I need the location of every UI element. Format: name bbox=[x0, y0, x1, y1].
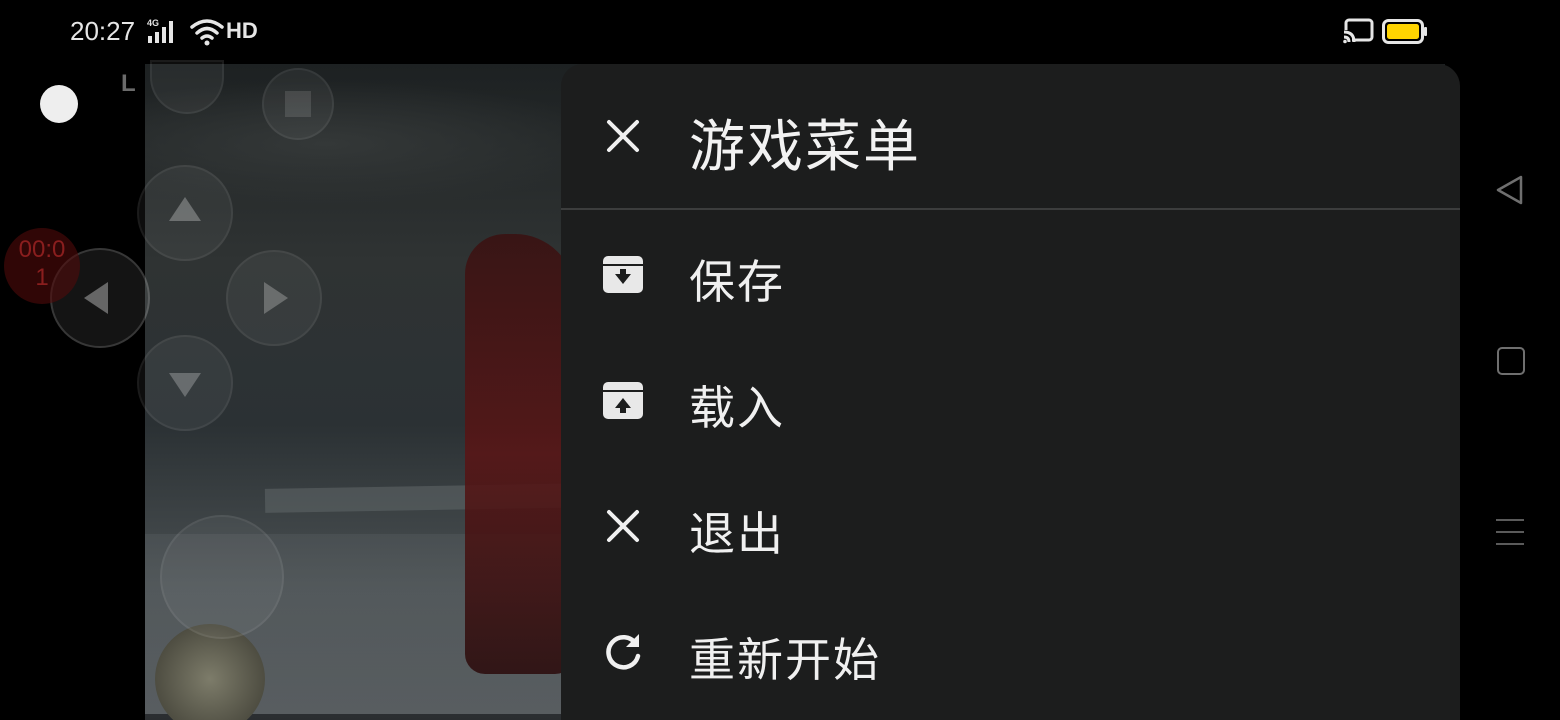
back-icon[interactable] bbox=[1495, 174, 1525, 210]
menu-item-label: 载入 bbox=[689, 381, 785, 435]
wifi-icon bbox=[190, 18, 224, 50]
analog-stick[interactable] bbox=[160, 515, 284, 639]
menu-item-save[interactable]: 保存 bbox=[561, 212, 1460, 336]
menu-item-load[interactable]: 载入 bbox=[561, 338, 1460, 462]
timer-text: 00:0 1 bbox=[18, 236, 66, 291]
home-icon[interactable] bbox=[1497, 347, 1525, 375]
close-icon[interactable] bbox=[601, 114, 645, 158]
network-type-label: 4G bbox=[147, 18, 159, 28]
save-archive-icon bbox=[601, 252, 645, 296]
load-archive-icon bbox=[601, 378, 645, 422]
menu-title: 游戏菜单 bbox=[689, 115, 921, 180]
restart-icon bbox=[601, 630, 645, 674]
stop-icon bbox=[285, 91, 311, 117]
timer-badge: 00:0 1 bbox=[4, 228, 80, 304]
dpad-up-button[interactable] bbox=[137, 165, 233, 261]
up-arrow-icon bbox=[169, 197, 201, 221]
menu-item-exit[interactable]: 退出 bbox=[561, 464, 1460, 588]
menu-header: 游戏菜单 bbox=[561, 64, 1460, 210]
cast-icon bbox=[1342, 18, 1374, 48]
status-bar: 20:27 4G HD bbox=[0, 0, 1560, 64]
menu-item-label: 退出 bbox=[689, 507, 785, 561]
overlay-toggle-button[interactable] bbox=[40, 85, 78, 123]
battery-icon bbox=[1382, 19, 1428, 49]
exit-x-icon bbox=[601, 504, 645, 548]
down-arrow-icon bbox=[169, 373, 201, 397]
dpad-down-button[interactable] bbox=[137, 335, 233, 431]
menu-item-label: 保存 bbox=[689, 255, 785, 309]
select-button[interactable] bbox=[262, 68, 334, 140]
menu-item-restart[interactable]: 重新开始 bbox=[561, 590, 1460, 714]
signal-icon: 4G bbox=[147, 18, 183, 50]
recents-icon[interactable] bbox=[1496, 519, 1524, 555]
right-arrow-icon bbox=[264, 282, 288, 314]
left-arrow-icon bbox=[84, 282, 108, 314]
status-time: 20:27 bbox=[70, 16, 136, 46]
game-menu-panel: 游戏菜单 保存 载入 退出 重新开始 bbox=[561, 64, 1460, 720]
dpad-right-button[interactable] bbox=[226, 250, 322, 346]
l-shoulder-button[interactable]: L bbox=[121, 70, 136, 98]
menu-item-label: 重新开始 bbox=[689, 633, 881, 687]
game-character bbox=[465, 234, 575, 674]
hd-label: HD bbox=[226, 18, 258, 43]
